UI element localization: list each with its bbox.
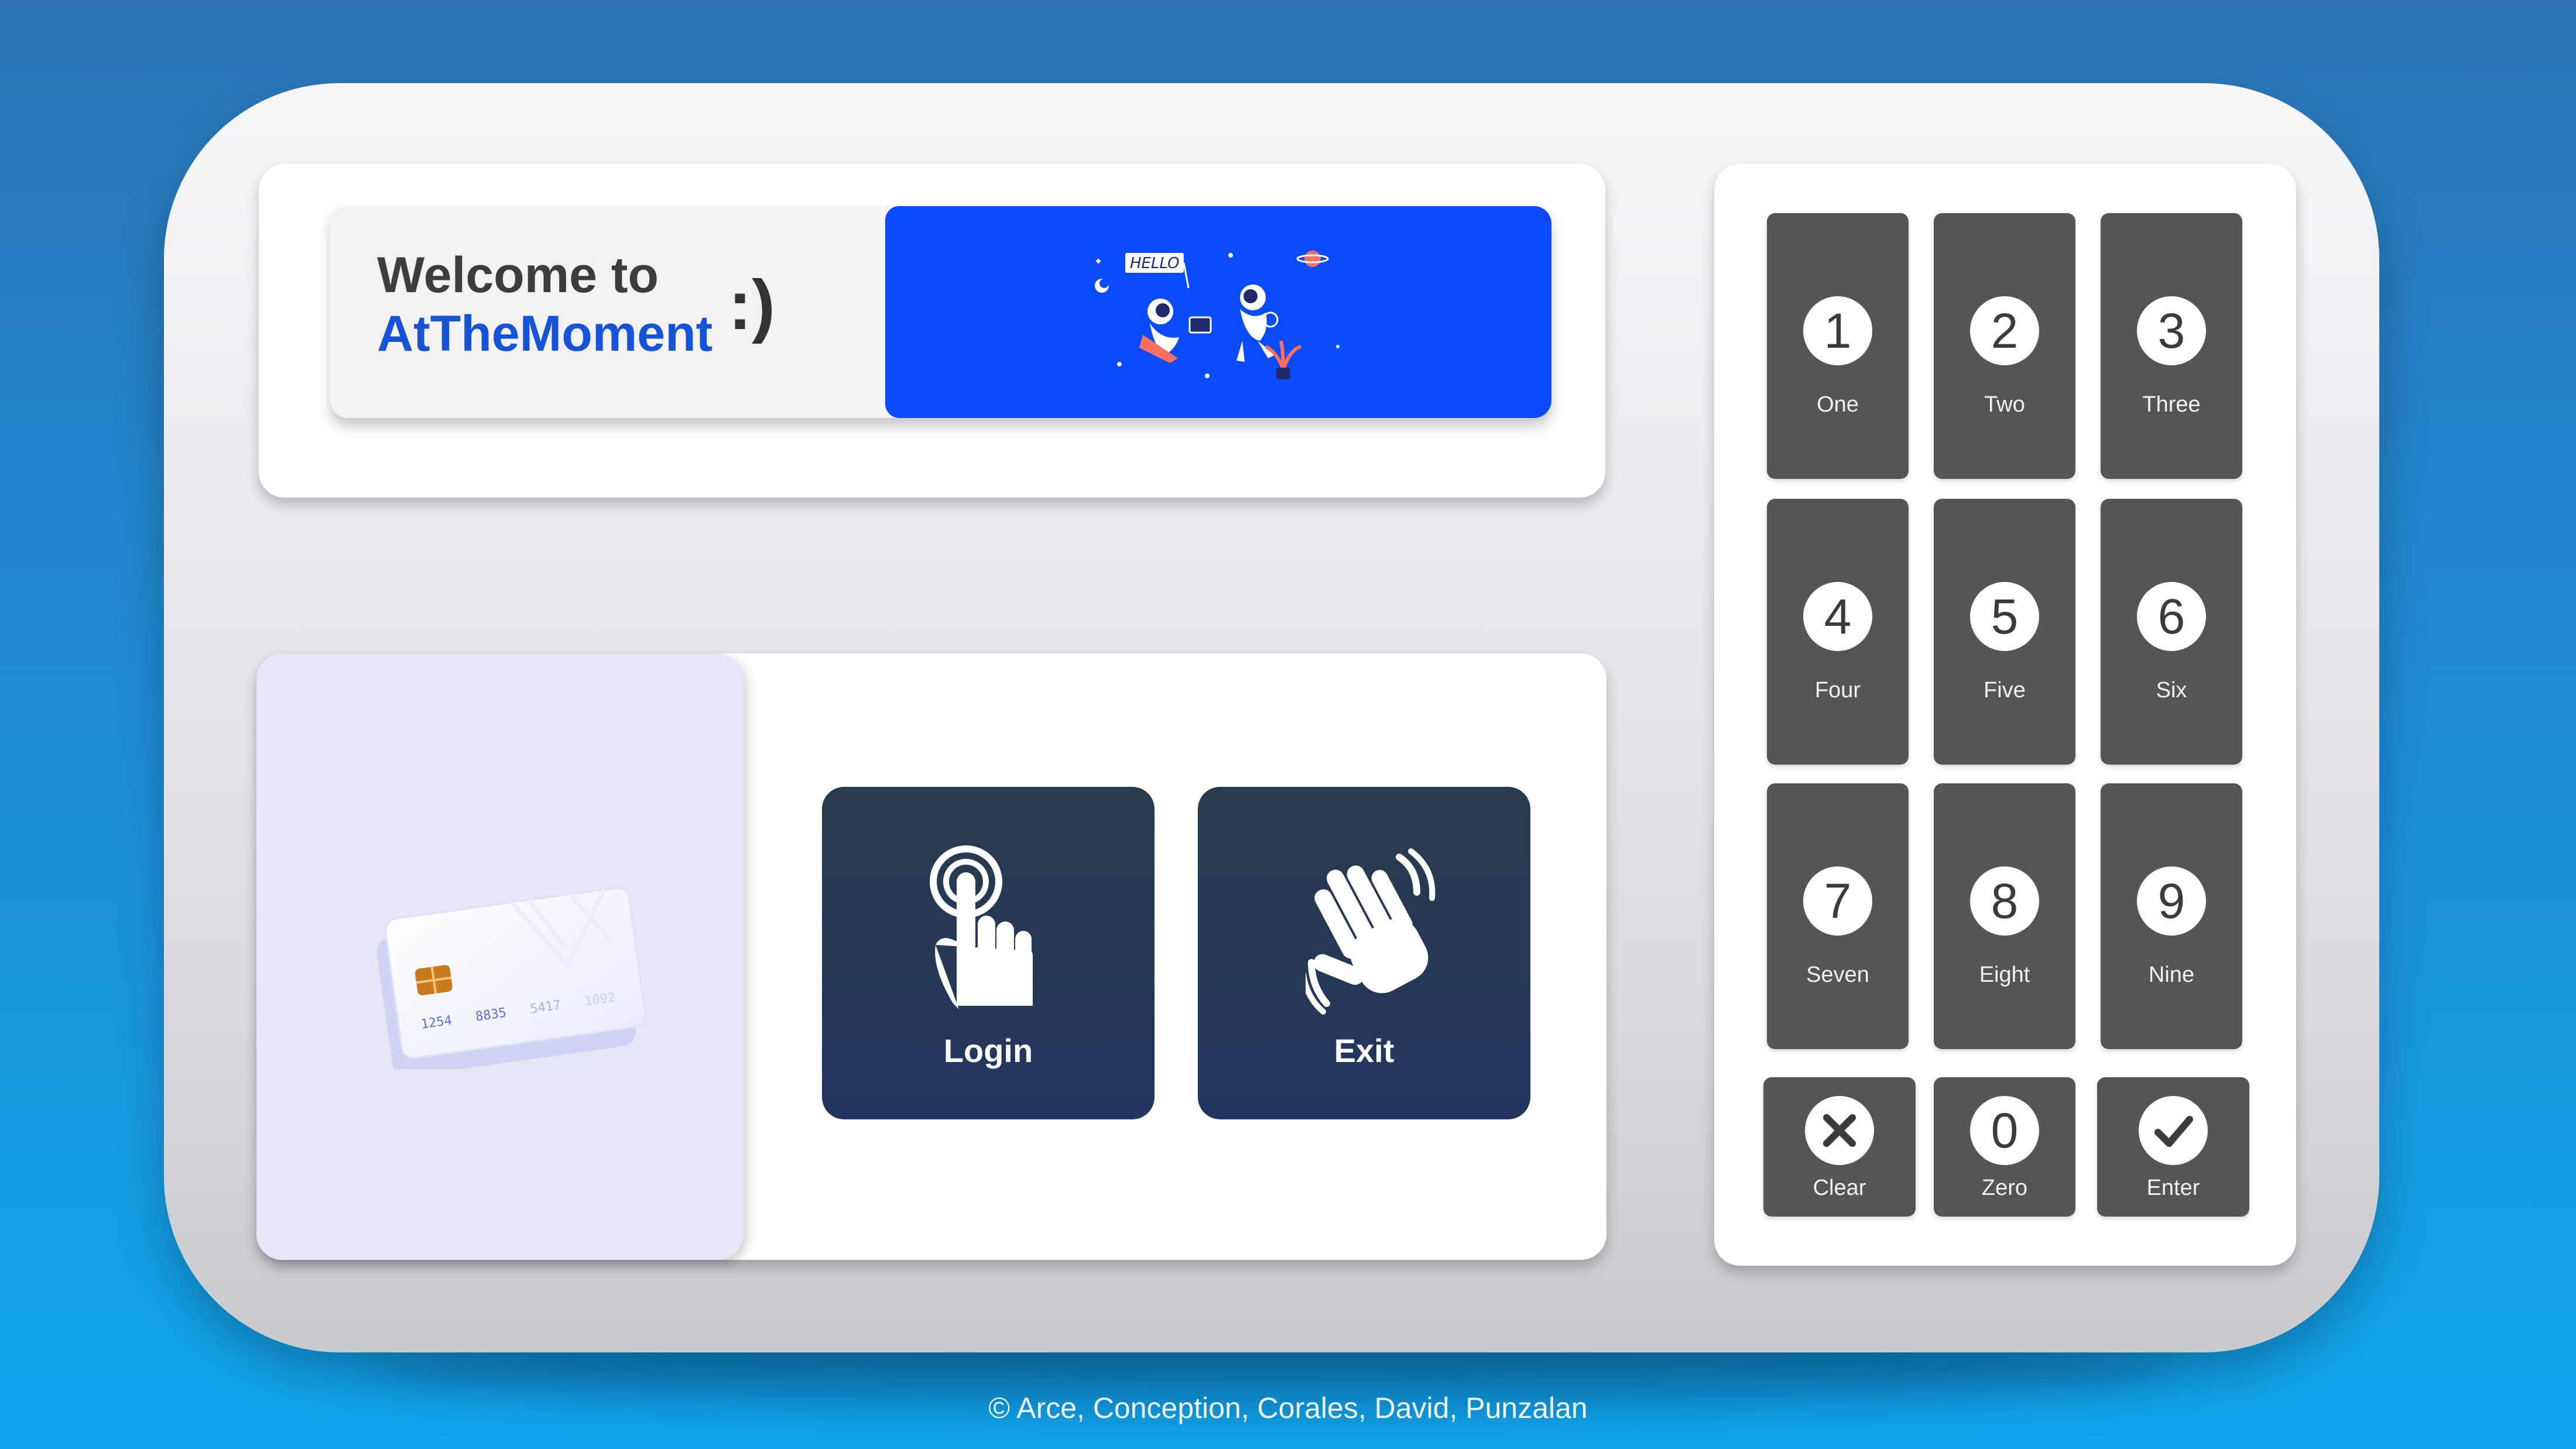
key-digit: 7: [1803, 866, 1872, 936]
key-digit: 3: [2137, 296, 2206, 365]
key-label: One: [1817, 392, 1859, 417]
key-9[interactable]: 9 Nine: [2101, 783, 2242, 1049]
keypad-panel: 1 One 2 Two 3 Three 4 Four 5 Five 6 Six …: [1714, 164, 2296, 1266]
key-digit: 1: [1803, 296, 1872, 365]
key-label: Four: [1814, 678, 1861, 703]
key-1[interactable]: 1 One: [1767, 213, 1909, 479]
key-digit: 4: [1803, 582, 1872, 651]
key-4[interactable]: 4 Four: [1767, 499, 1909, 765]
key-label: Seven: [1806, 962, 1869, 987]
clear-label: Clear: [1813, 1176, 1866, 1200]
close-icon: [1805, 1096, 1874, 1165]
key-digit: 5: [1970, 582, 2039, 651]
login-label: Login: [943, 1032, 1033, 1069]
enter-key[interactable]: Enter: [2097, 1077, 2249, 1217]
key-label: Six: [2156, 678, 2187, 703]
footer-credits: © Arce, Conception, Corales, David, Punz…: [988, 1392, 1588, 1424]
clear-key[interactable]: Clear: [1763, 1077, 1916, 1217]
welcome-heading: Welcome to AtTheMoment: [377, 246, 712, 363]
key-label: Three: [2142, 392, 2201, 417]
welcome-panel: Welcome to AtTheMoment :) HELLO: [259, 164, 1605, 498]
waving-hand-icon: [1306, 848, 1436, 1015]
key-digit: 6: [2137, 582, 2206, 651]
key-label: Nine: [2148, 962, 2195, 987]
key-label: Eight: [1979, 962, 2030, 987]
key-6[interactable]: 6 Six: [2101, 499, 2242, 765]
brand-name: AtTheMoment: [377, 306, 713, 362]
action-panel: 1254 8835 5417 1092 Login Exit: [256, 653, 1606, 1260]
key-0[interactable]: 0 Zero: [1934, 1077, 2075, 1217]
welcome-line-1: Welcome to: [377, 247, 659, 303]
key-5[interactable]: 5 Five: [1934, 499, 2075, 765]
key-3[interactable]: 3 Three: [2101, 213, 2242, 479]
key-8[interactable]: 8 Eight: [1934, 783, 2075, 1049]
welcome-banner: HELLO: [885, 206, 1551, 418]
credit-card-icon: 1254 8835 5417 1092: [376, 886, 647, 1069]
key-digit: 0: [1970, 1096, 2039, 1165]
key-digit: 9: [2137, 866, 2206, 936]
banner-hello-text: HELLO: [1130, 255, 1180, 272]
smiley-face: :): [728, 266, 775, 344]
exit-button[interactable]: Exit: [1198, 787, 1530, 1119]
key-label: Zero: [1981, 1176, 2028, 1200]
key-2[interactable]: 2 Two: [1934, 213, 2075, 479]
key-7[interactable]: 7 Seven: [1767, 783, 1909, 1049]
key-digit: 2: [1970, 296, 2039, 365]
exit-label: Exit: [1334, 1032, 1395, 1069]
card-illustration-area: 1254 8835 5417 1092: [256, 653, 744, 1260]
check-icon: [2139, 1096, 2208, 1165]
login-button[interactable]: Login: [822, 787, 1155, 1119]
key-digit: 8: [1970, 866, 2039, 936]
key-label: Five: [1984, 678, 2026, 703]
enter-label: Enter: [2146, 1176, 2200, 1200]
astronauts-hello-illustration: HELLO: [1095, 251, 1340, 379]
touch-hand-icon: [930, 845, 1033, 1009]
welcome-bar: Welcome to AtTheMoment :) HELLO: [330, 206, 1551, 418]
key-label: Two: [1984, 392, 2025, 417]
